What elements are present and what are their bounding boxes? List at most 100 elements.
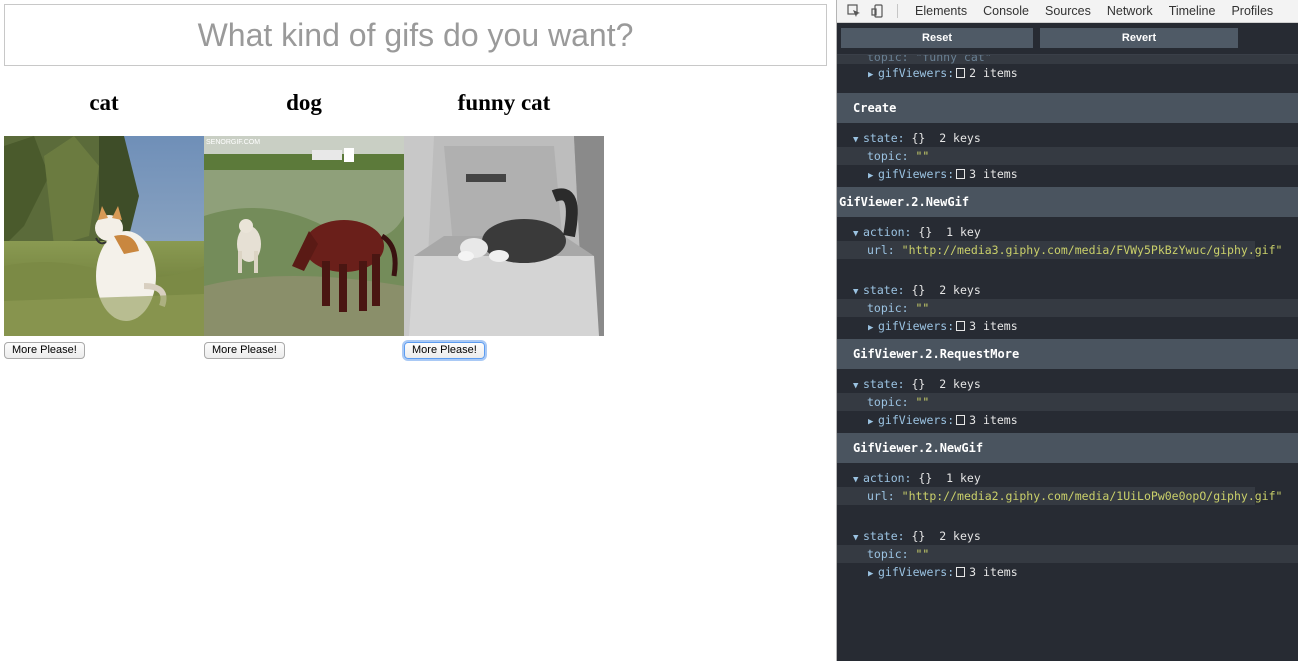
tree-key: gifViewers: <box>878 167 955 181</box>
tree-value: "" <box>915 149 930 163</box>
viewer-title: cat <box>89 90 119 115</box>
array-icon <box>956 169 966 179</box>
tree-key: topic: <box>867 301 909 315</box>
tree-line[interactable]: ▶ gifViewers: 3 items <box>837 411 1298 429</box>
log-entry-header[interactable]: GifViewer.2.RequestMore <box>837 339 1298 369</box>
tab-elements[interactable]: Elements <box>907 4 975 18</box>
tree-type: {} <box>911 283 926 297</box>
tree-count: 3 items <box>969 413 1018 427</box>
tree-type: {} <box>911 377 926 391</box>
tree-line[interactable]: ▼ action: {} 1 key <box>837 469 1298 487</box>
tree-line[interactable]: ▼ state: {} 2 keys <box>837 129 1298 147</box>
tree-line[interactable]: ▶ gifViewers: 3 items <box>837 165 1298 183</box>
tree-line[interactable]: ▼ state: {} 2 keys <box>837 527 1298 545</box>
tree-count: 3 items <box>969 319 1018 333</box>
dog-gif-image: SENORGIF.COM <box>204 136 404 336</box>
tab-timeline[interactable]: Timeline <box>1161 4 1224 18</box>
tree-line[interactable]: ▼ action: {} 1 key <box>837 223 1298 241</box>
tree-line[interactable]: ▶ gifViewers: 2 items <box>837 64 1298 82</box>
tree-line: topic: "" <box>837 299 1298 317</box>
expand-arrow-icon[interactable]: ▶ <box>868 319 878 337</box>
log-entry-header[interactable]: Create <box>837 93 1298 123</box>
expand-arrow-icon[interactable]: ▶ <box>868 413 878 431</box>
gif-app: cat <box>0 0 836 661</box>
tree-line: topic: "" <box>837 147 1298 165</box>
tab-console[interactable]: Console <box>975 4 1037 18</box>
action-log: topic: "funny cat" ▶ gifViewers: 2 items C… <box>837 55 1298 581</box>
array-icon <box>956 321 966 331</box>
revert-button[interactable]: Revert <box>1040 28 1238 48</box>
tree-key: gifViewers: <box>878 413 955 427</box>
toolbar-divider <box>897 4 898 18</box>
log-entry-header[interactable]: GifViewer.2.NewGif <box>837 433 1298 463</box>
redux-toolbar: Reset Revert <box>837 23 1298 55</box>
tree-key: topic: <box>867 395 909 409</box>
tree-type: {} <box>918 225 933 239</box>
devtools-panel: Elements Console Sources Network Timelin… <box>836 0 1298 661</box>
viewer-title: dog <box>286 90 322 115</box>
tab-network[interactable]: Network <box>1099 4 1161 18</box>
tree-key: state: <box>863 283 905 297</box>
tree-key: gifViewers: <box>878 565 955 579</box>
tree-value: "http://media2.giphy.com/media/1UiLoPw0e… <box>901 489 1283 503</box>
log-entry-header[interactable]: GifViewer.2.NewGif <box>837 187 1298 217</box>
tab-profiles[interactable]: Profiles <box>1223 4 1281 18</box>
tree-key: topic: <box>867 149 909 163</box>
clipped-topic-text: topic: "funny cat" <box>867 55 992 64</box>
viewer-title: funny cat <box>457 90 551 115</box>
tree-key: gifViewers: <box>878 66 955 80</box>
tab-sources[interactable]: Sources <box>1037 4 1099 18</box>
tree-line: url: "http://media3.giphy.com/media/FVWy… <box>837 241 1282 259</box>
tree-count: 3 items <box>969 167 1018 181</box>
tree-line: topic: "" <box>837 545 1298 563</box>
tree-value: "http://media3.giphy.com/media/FVWy5PkBz… <box>901 243 1283 257</box>
tree-key: url: <box>867 243 895 257</box>
tree-count: 3 items <box>969 565 1018 579</box>
more-please-button-cat[interactable]: More Please! <box>4 342 85 359</box>
tree-line[interactable]: ▶ gifViewers: 3 items <box>837 317 1298 335</box>
more-please-button-funny-cat[interactable]: More Please! <box>404 342 485 359</box>
tree-key: topic: <box>867 547 909 561</box>
device-mode-icon[interactable] <box>871 4 885 18</box>
tree-count: 2 keys <box>939 131 981 145</box>
expand-arrow-icon[interactable]: ▶ <box>868 66 878 84</box>
expand-arrow-icon[interactable]: ▶ <box>868 565 878 583</box>
array-icon <box>956 567 966 577</box>
tree-count: 2 keys <box>939 283 981 297</box>
tree-key: state: <box>863 131 905 145</box>
tree-count: 1 key <box>946 471 981 485</box>
svg-text:SENORGIF.COM: SENORGIF.COM <box>206 139 260 146</box>
tree-type: {} <box>911 131 926 145</box>
tree-count: 1 key <box>946 225 981 239</box>
tree-key: gifViewers: <box>878 319 955 333</box>
cat-gif-image <box>4 136 204 336</box>
tree-type: {} <box>911 529 926 543</box>
array-icon <box>956 68 966 78</box>
gif-viewer-dog: dog SENORGIF.COM More Please! <box>204 86 404 359</box>
tree-line: url: "http://media2.giphy.com/media/1UiL… <box>837 487 1282 505</box>
funny-cat-gif-image <box>404 136 604 336</box>
tree-key: url: <box>867 489 895 503</box>
gif-viewer-funny-cat: funny cat More Please! <box>404 86 604 359</box>
more-please-button-dog[interactable]: More Please! <box>204 342 285 359</box>
tree-value: "" <box>915 547 930 561</box>
devtools-tab-bar: Elements Console Sources Network Timelin… <box>837 0 1298 23</box>
tree-value: "" <box>915 395 930 409</box>
inspect-element-icon[interactable] <box>847 4 861 18</box>
tree-count: 2 keys <box>939 529 981 543</box>
tree-line[interactable]: ▼ state: {} 2 keys <box>837 281 1298 299</box>
tree-line[interactable]: ▼ state: {} 2 keys <box>837 375 1298 393</box>
reset-button[interactable]: Reset <box>841 28 1033 48</box>
gif-viewer-cat: cat More Please! <box>4 86 204 359</box>
tree-value: "" <box>915 301 930 315</box>
tree-count: 2 items <box>969 66 1018 80</box>
tree-key: state: <box>863 377 905 391</box>
tree-key: action: <box>863 225 912 239</box>
tree-line[interactable]: ▶ gifViewers: 3 items <box>837 563 1298 581</box>
tree-key: action: <box>863 471 912 485</box>
tree-key: state: <box>863 529 905 543</box>
expand-arrow-icon[interactable]: ▶ <box>868 167 878 185</box>
topic-input[interactable] <box>4 4 827 66</box>
tree-line: topic: "funny cat" <box>837 55 1298 64</box>
tree-line: topic: "" <box>837 393 1298 411</box>
